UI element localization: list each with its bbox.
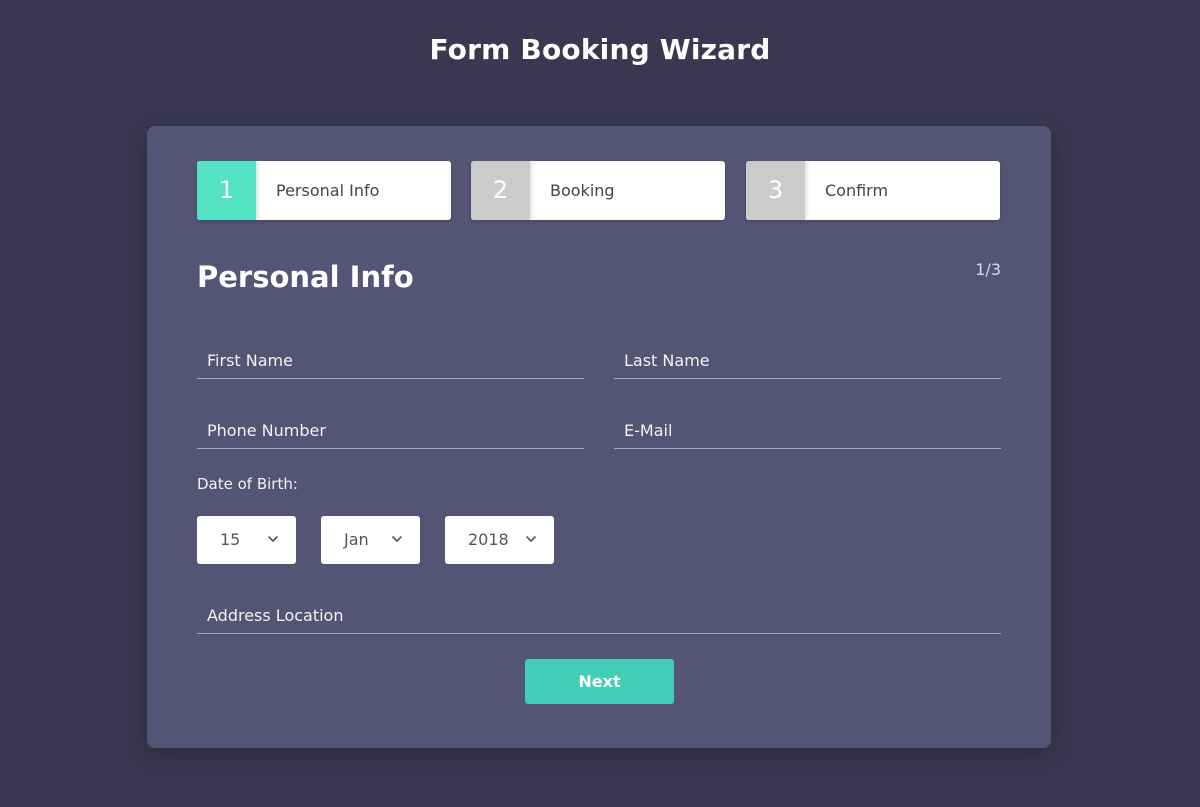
- dob-year-value: 2018: [468, 530, 509, 549]
- step-personal-info[interactable]: 1 Personal Info: [197, 161, 451, 220]
- phone-field: [197, 412, 584, 449]
- step-label: Confirm: [825, 181, 889, 200]
- step-label: Booking: [550, 181, 615, 200]
- chevron-down-icon: [392, 536, 402, 542]
- first-name-input[interactable]: [197, 342, 584, 378]
- dob-day-value: 15: [220, 530, 241, 549]
- first-name-field: [197, 342, 584, 379]
- dob-month-select[interactable]: Jan: [321, 516, 420, 564]
- next-button[interactable]: Next: [525, 659, 674, 704]
- chevron-down-icon: [526, 536, 536, 542]
- email-field: [614, 412, 1001, 449]
- email-input[interactable]: [614, 412, 1001, 448]
- section-title: Personal Info: [197, 260, 414, 294]
- step-label: Personal Info: [276, 181, 380, 200]
- last-name-field: [614, 342, 1001, 379]
- page-title: Form Booking Wizard: [429, 33, 771, 66]
- address-field: [197, 597, 1001, 634]
- wizard-steps: 1 Personal Info 2 Booking 3 Confirm: [197, 161, 1001, 220]
- dob-month-value: Jan: [344, 530, 369, 549]
- dob-label: Date of Birth:: [197, 475, 298, 493]
- phone-input[interactable]: [197, 412, 584, 448]
- step-number: 1: [197, 161, 256, 220]
- chevron-down-icon: [268, 536, 278, 542]
- dob-year-select[interactable]: 2018: [445, 516, 554, 564]
- step-counter: 1/3: [975, 260, 1001, 279]
- step-number: 3: [746, 161, 805, 220]
- address-input[interactable]: [197, 597, 1001, 633]
- step-confirm[interactable]: 3 Confirm: [746, 161, 1000, 220]
- wizard-card: 1 Personal Info 2 Booking 3 Confirm Pers…: [147, 126, 1051, 748]
- last-name-input[interactable]: [614, 342, 1001, 378]
- step-booking[interactable]: 2 Booking: [471, 161, 725, 220]
- step-number: 2: [471, 161, 530, 220]
- dob-day-select[interactable]: 15: [197, 516, 296, 564]
